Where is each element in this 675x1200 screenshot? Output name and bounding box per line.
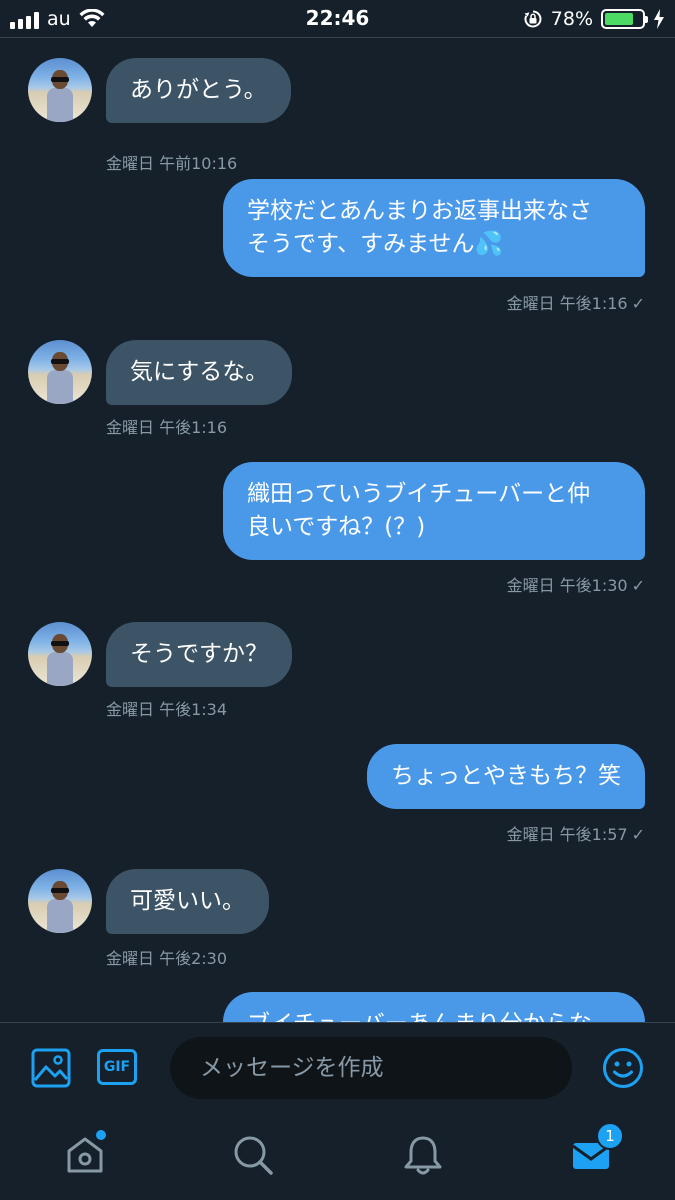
notifications-icon (404, 1136, 442, 1175)
message-composer: GIF メッセージを作成 (0, 1022, 675, 1110)
message-bubble[interactable]: ありがとう。 (106, 58, 291, 123)
tab-notifications[interactable] (398, 1130, 448, 1180)
message-timestamp: 金曜日 午後2:30 (106, 949, 228, 968)
message-timestamp: 金曜日 午後1:57 ✓ (507, 821, 645, 845)
gif-button[interactable]: GIF (97, 1049, 137, 1085)
message-bubble-outgoing[interactable]: 学校だとあんまりお返事出来なさ そうです、すみません💦 (223, 179, 645, 277)
message-line: 学校だとあんまりお返事出来なさ (247, 198, 592, 224)
message-timestamp: 金曜日 午後1:30 ✓ (507, 572, 645, 596)
timestamp-text: 金曜日 午後1:57 (506, 825, 628, 844)
tab-home[interactable] (60, 1130, 110, 1180)
charging-bolt-icon (654, 9, 664, 29)
message-bubble-outgoing[interactable]: ちょっとやきもち？笑 (367, 744, 645, 809)
avatar[interactable] (28, 869, 92, 933)
image-icon[interactable] (30, 1047, 72, 1089)
carrier-name: au (47, 8, 71, 30)
tab-messages[interactable]: 1 (566, 1122, 624, 1180)
tab-search[interactable] (228, 1130, 278, 1180)
message-line: 織田っていうブイチューバーと仲 (247, 481, 591, 507)
tab-bar: 1 (0, 1110, 675, 1200)
message-timestamp: 金曜日 午前10:16 (106, 154, 238, 173)
wifi-icon (79, 9, 105, 27)
message-bubble-outgoing[interactable]: 織田っていうブイチューバーと仲 良いですね？(？) (223, 462, 645, 560)
battery-icon (601, 9, 648, 29)
signal-strength-icon (10, 9, 39, 29)
avatar[interactable] (28, 340, 92, 404)
message-bubble[interactable]: そうですか？ (106, 622, 292, 687)
home-notification-dot (96, 1130, 106, 1140)
timestamp-text: 金曜日 午後1:16 (506, 294, 628, 313)
message-timestamp: 金曜日 午後1:16 (106, 418, 228, 437)
emoji-icon[interactable] (602, 1047, 644, 1089)
message-timestamp: 金曜日 午後1:34 (106, 700, 228, 719)
message-line: ちょっとやきもち？笑 (391, 763, 621, 789)
message-bubble-outgoing[interactable]: ブイチューバーあんまり分からな (223, 992, 645, 1022)
status-bar: au 22:46 78% (0, 0, 675, 38)
message-timestamp: 金曜日 午後1:16 ✓ (507, 290, 645, 314)
message-bubble[interactable]: 可愛いい。 (106, 869, 269, 934)
search-icon (234, 1136, 273, 1175)
conversation-thread[interactable]: ありがとう。 金曜日 午前10:16 学校だとあんまりお返事出来なさ そうです、… (0, 39, 675, 1022)
sent-check-icon: ✓ (631, 825, 645, 844)
battery-percent: 78% (550, 8, 593, 30)
message-line: そうです、すみません💦 (247, 231, 504, 257)
battery-level-fill (605, 13, 634, 25)
messages-badge: 1 (596, 1122, 624, 1150)
message-bubble[interactable]: 気にするな。 (106, 340, 293, 405)
sent-check-icon: ✓ (631, 294, 645, 313)
message-input[interactable]: メッセージを作成 (170, 1037, 572, 1099)
message-line: ブイチューバーあんまり分からな (247, 1008, 621, 1022)
timestamp-text: 金曜日 午後1:30 (506, 576, 628, 595)
avatar[interactable] (28, 58, 92, 122)
message-line: 良いですね？(？) (247, 514, 426, 540)
gif-icon: GIF (97, 1049, 137, 1085)
rotation-lock-icon (524, 10, 542, 28)
avatar[interactable] (28, 622, 92, 686)
sent-check-icon: ✓ (631, 576, 645, 595)
